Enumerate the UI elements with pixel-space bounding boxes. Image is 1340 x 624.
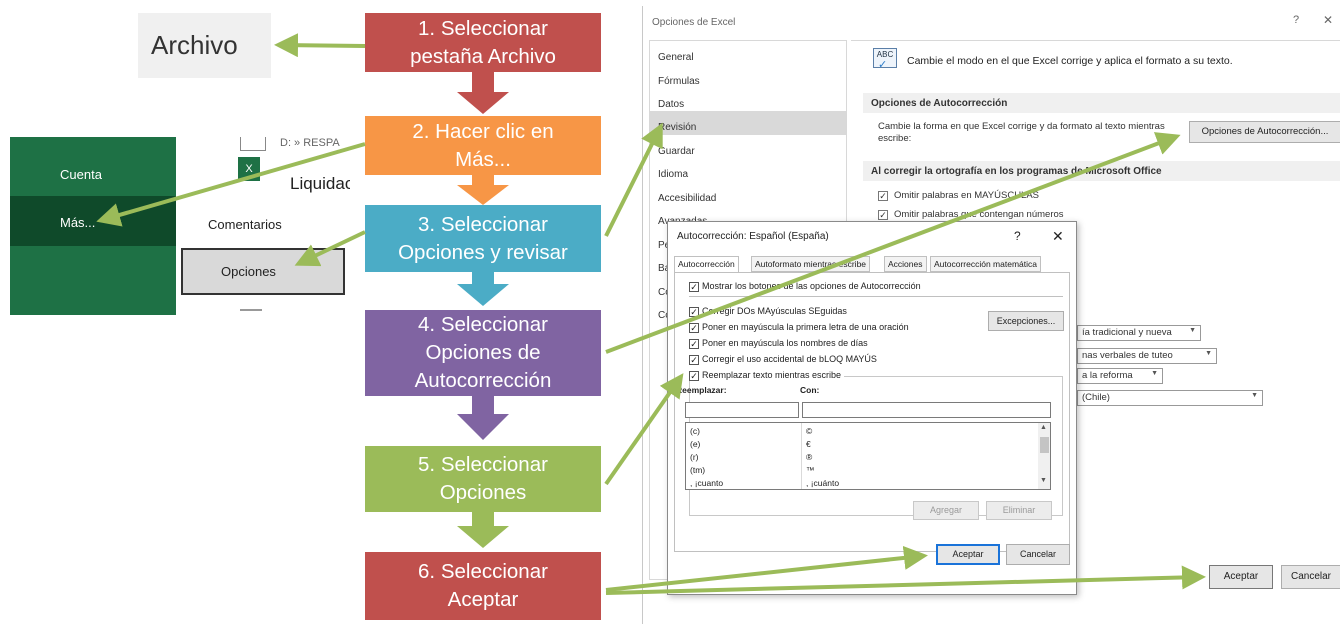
- arrow-step2-to-mas: [96, 142, 366, 227]
- arrow-step1-to-archivo: [274, 33, 366, 58]
- arrow-step3-to-opciones: [294, 230, 366, 267]
- arrow-step4-to-autocorrect-button: [605, 132, 1181, 354]
- arrow-step5-to-checkbox: [604, 373, 684, 486]
- callout-arrows: [96, 33, 1206, 595]
- arrow-step3-to-revision: [604, 122, 663, 237]
